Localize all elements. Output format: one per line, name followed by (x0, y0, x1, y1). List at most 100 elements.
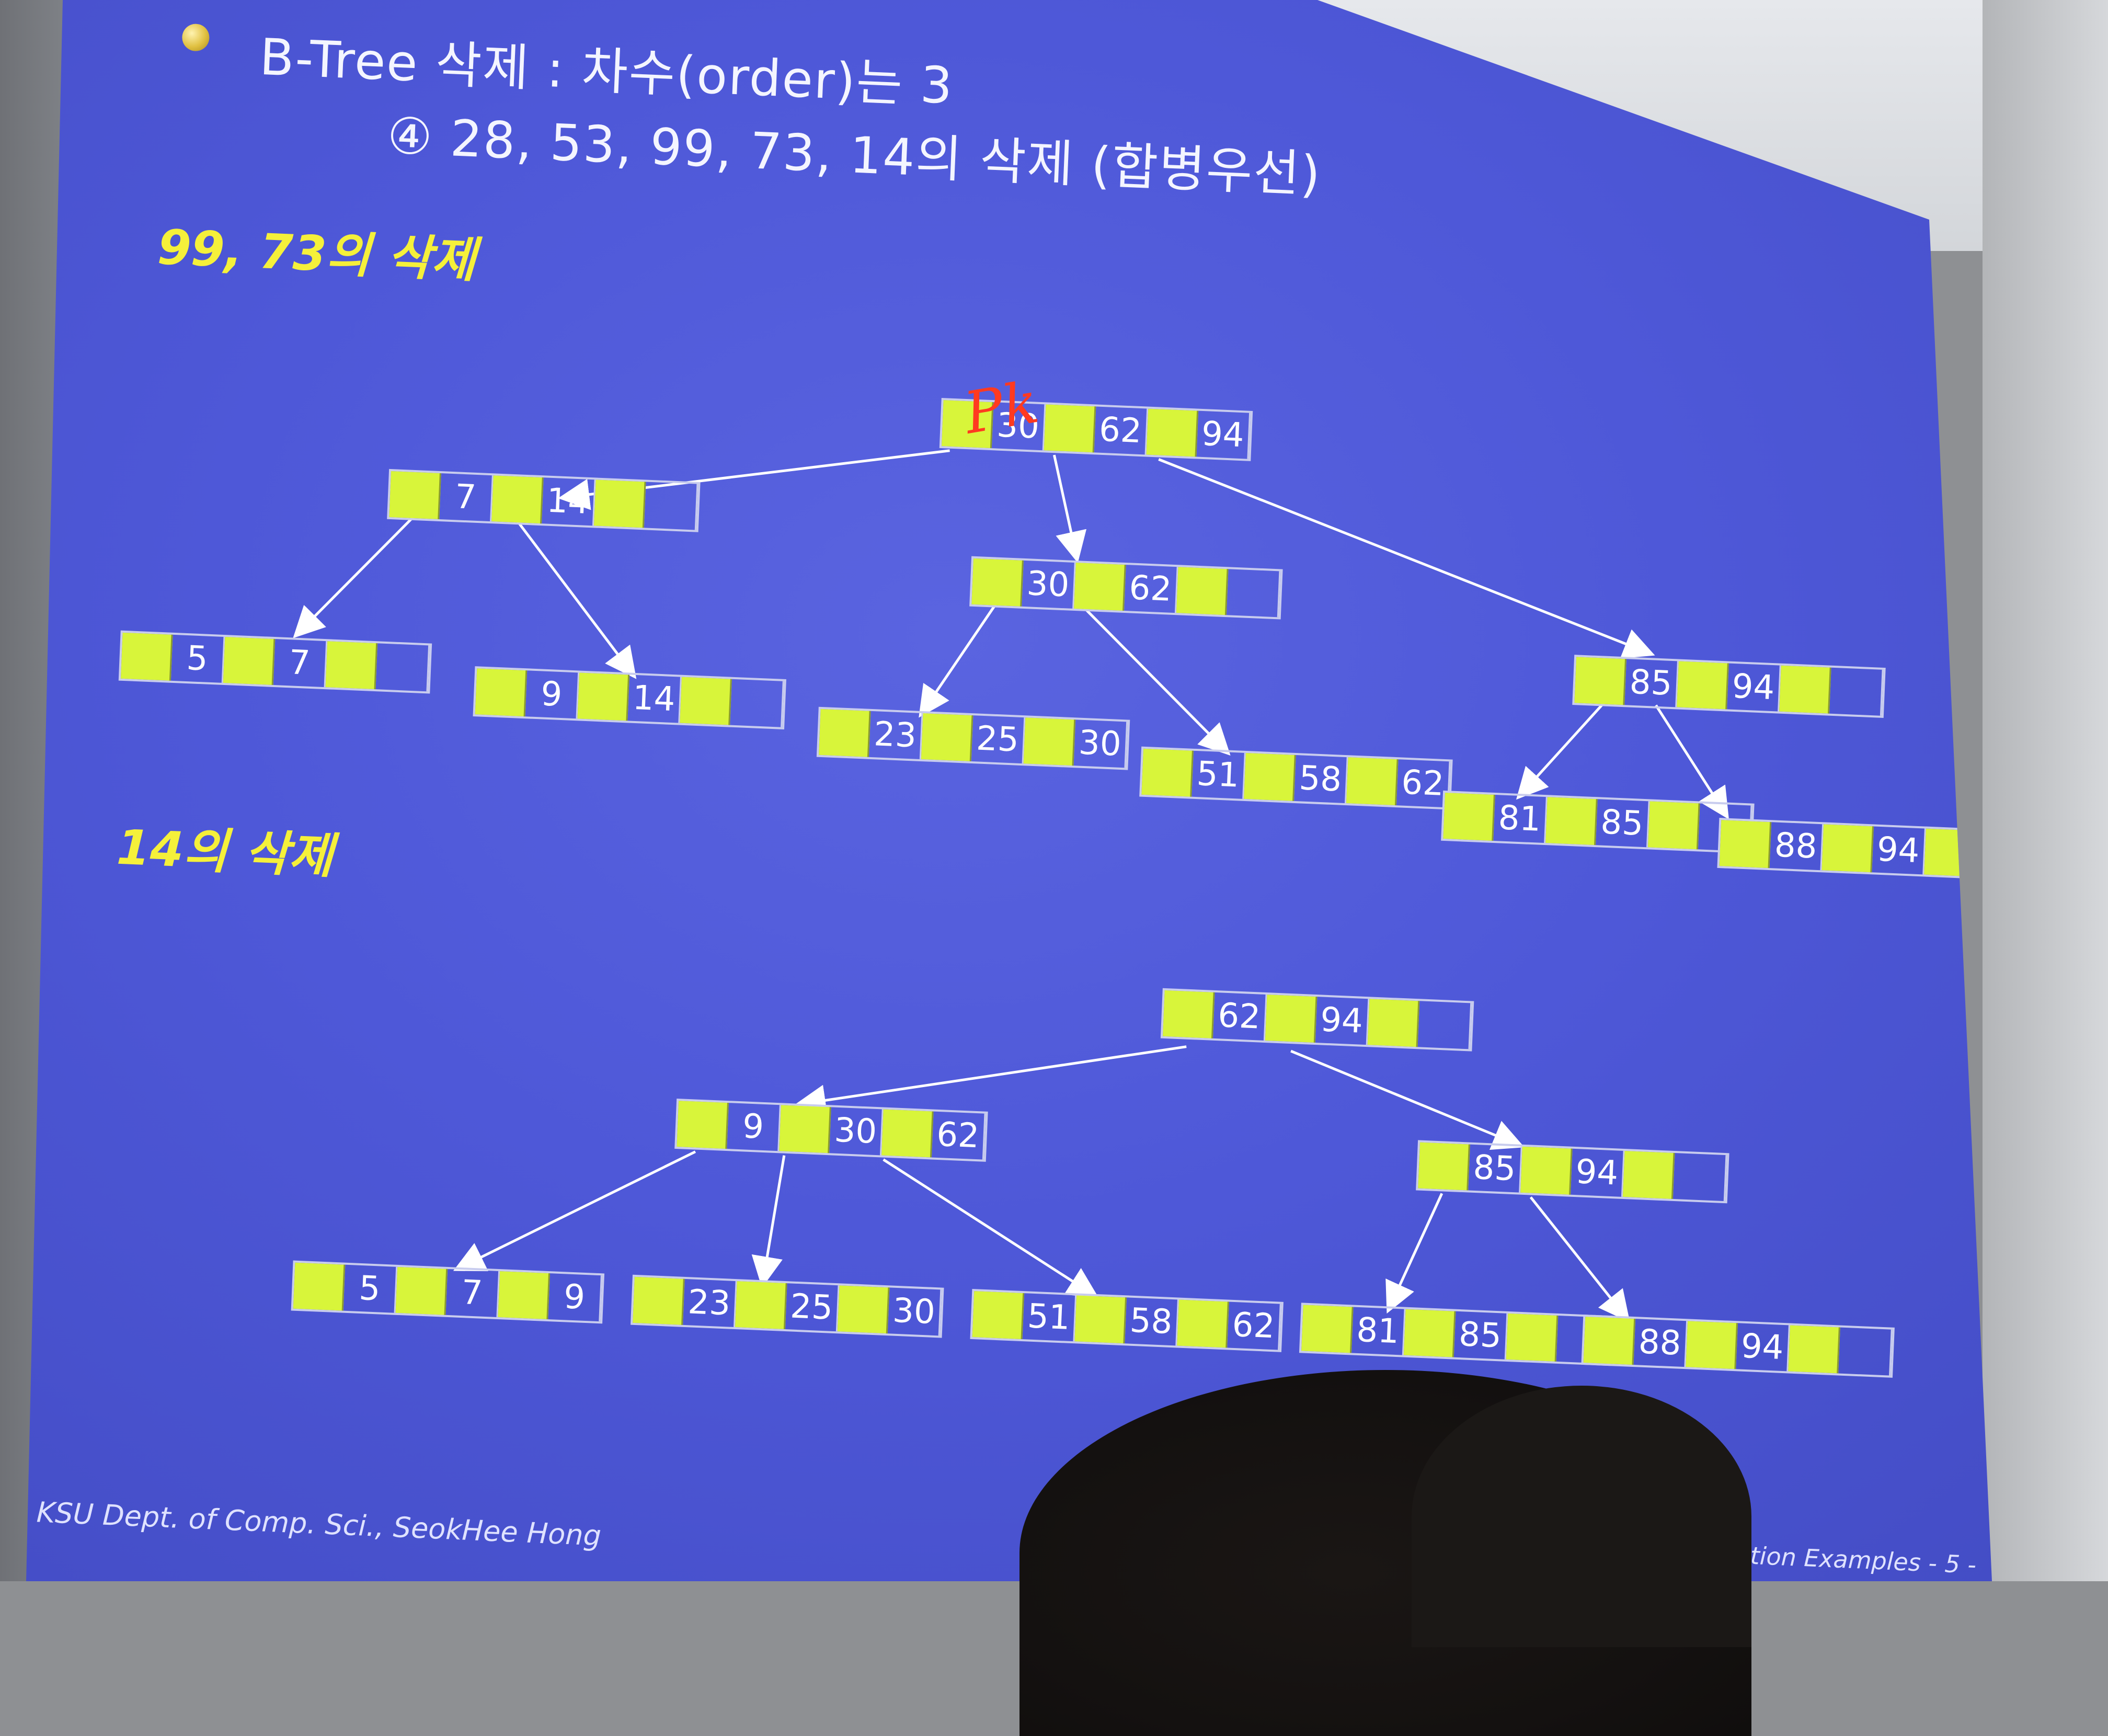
projection-screen: B-Tree 삭제 : 차수(order)는 3 ④ 28, 53, 99, 7… (26, 0, 1992, 1581)
node-key: 30 (1073, 719, 1128, 768)
node-key: 85 (1468, 1144, 1522, 1193)
node-key (375, 643, 430, 692)
pointer-cell (577, 672, 630, 721)
edge (1655, 704, 1729, 820)
pointer-cell (293, 1262, 346, 1311)
pointer-cell (1301, 1305, 1354, 1353)
pointer-cell (677, 1101, 729, 1149)
pointer-cell (633, 1276, 685, 1325)
pointer-cell (1622, 1150, 1675, 1199)
pointer-cell (680, 677, 732, 725)
pointer-cell (1141, 748, 1194, 797)
pointer-cell (921, 713, 973, 762)
pointer-cell (1574, 657, 1627, 705)
node-key (1829, 667, 1884, 716)
pointer-cell (1924, 828, 1976, 877)
pointer-cell (1244, 752, 1296, 801)
pointer-cell (223, 637, 276, 685)
pointer-cell (971, 558, 1024, 607)
audience-head-2 (1412, 1386, 1751, 1647)
node-key (1226, 569, 1281, 618)
edge (1052, 454, 1087, 563)
node-key: 62 (1124, 565, 1178, 613)
node-key: 94 (1315, 997, 1370, 1045)
node-key: 94 (1872, 826, 1926, 875)
node-key: 94 (1196, 410, 1251, 459)
pointer-cell (1779, 665, 1831, 714)
node-key: 14 (542, 477, 596, 526)
pointer-cell (972, 1291, 1025, 1340)
pointer-cell (1647, 801, 1700, 850)
pointer-cell (1403, 1309, 1456, 1357)
pointer-cell (325, 641, 378, 690)
pointer-cell (1443, 793, 1495, 841)
node-key: 62 (1212, 992, 1267, 1041)
pointer-cell (1146, 408, 1199, 457)
pointer-cell (1265, 995, 1318, 1043)
node-key: 81 (1493, 795, 1548, 843)
node-key: 85 (1596, 799, 1650, 848)
edge (293, 516, 415, 638)
pointer-cell (1044, 404, 1096, 453)
node-key: 25 (785, 1283, 840, 1332)
pointer-cell (1545, 797, 1598, 846)
pointer-cell (1583, 1317, 1636, 1365)
edge (517, 520, 637, 679)
pointer-cell (389, 471, 441, 519)
pointer-cell (498, 1271, 551, 1320)
pointer-cell (1418, 1142, 1470, 1191)
edge (1529, 1196, 1630, 1323)
pointer-cell (1677, 661, 1729, 710)
node-key: 9 (548, 1273, 602, 1322)
pointer-cell (593, 479, 646, 528)
node-key: 7 (445, 1269, 500, 1318)
pointer-cell (779, 1105, 831, 1153)
node-key: 23 (868, 711, 923, 759)
node-key: 51 (1022, 1293, 1077, 1342)
node-key: 58 (1125, 1297, 1179, 1346)
pointer-cell (1788, 1325, 1840, 1374)
pointer-cell (1074, 563, 1126, 611)
pointer-cell (475, 668, 528, 717)
node-key: 30 (829, 1107, 884, 1156)
node-key (1838, 1327, 1893, 1376)
node-key: 30 (1022, 560, 1076, 609)
node-key: 23 (683, 1278, 737, 1328)
node-key: 81 (1351, 1307, 1406, 1355)
node-key: 85 (1624, 659, 1679, 707)
pointer-cell (1023, 717, 1076, 766)
pointer-cell (1176, 567, 1229, 615)
node-key: 88 (1769, 822, 1824, 871)
node-key: 9 (525, 670, 580, 719)
edge (1385, 1193, 1443, 1314)
pointer-cell (837, 1285, 890, 1334)
pointer-cell (881, 1109, 934, 1158)
node-key: 85 (1453, 1311, 1508, 1360)
node-key: 5 (343, 1264, 398, 1313)
node-key: 94 (1736, 1323, 1790, 1372)
node-key: 30 (887, 1287, 942, 1336)
node-key: 5 (170, 634, 225, 683)
slide: B-Tree 삭제 : 차수(order)는 3 ④ 28, 53, 99, 7… (26, 0, 1992, 1581)
pointer-cell (1821, 824, 1874, 873)
pointer-cell (1163, 990, 1215, 1038)
tree-edges (293, 449, 1729, 1323)
edge (1290, 1049, 1525, 1150)
edge (1158, 458, 1655, 659)
pointer-cell (1074, 1295, 1127, 1344)
handwritten-annotation: Pk (959, 368, 1044, 447)
edge (453, 1150, 696, 1271)
edge (751, 1155, 786, 1288)
pointer-cell (735, 1281, 787, 1330)
node-key: 51 (1192, 750, 1246, 799)
edge (919, 603, 997, 718)
edge (1516, 702, 1605, 800)
pointer-cell (1506, 1313, 1559, 1362)
node-key: 62 (1227, 1301, 1281, 1350)
node-key: 94 (1727, 663, 1781, 712)
pointer-cell (1686, 1321, 1738, 1369)
pointer-cell (120, 632, 173, 681)
node-key (1672, 1153, 1727, 1202)
node-key: 14 (627, 675, 682, 723)
node-key: 88 (1633, 1319, 1688, 1367)
